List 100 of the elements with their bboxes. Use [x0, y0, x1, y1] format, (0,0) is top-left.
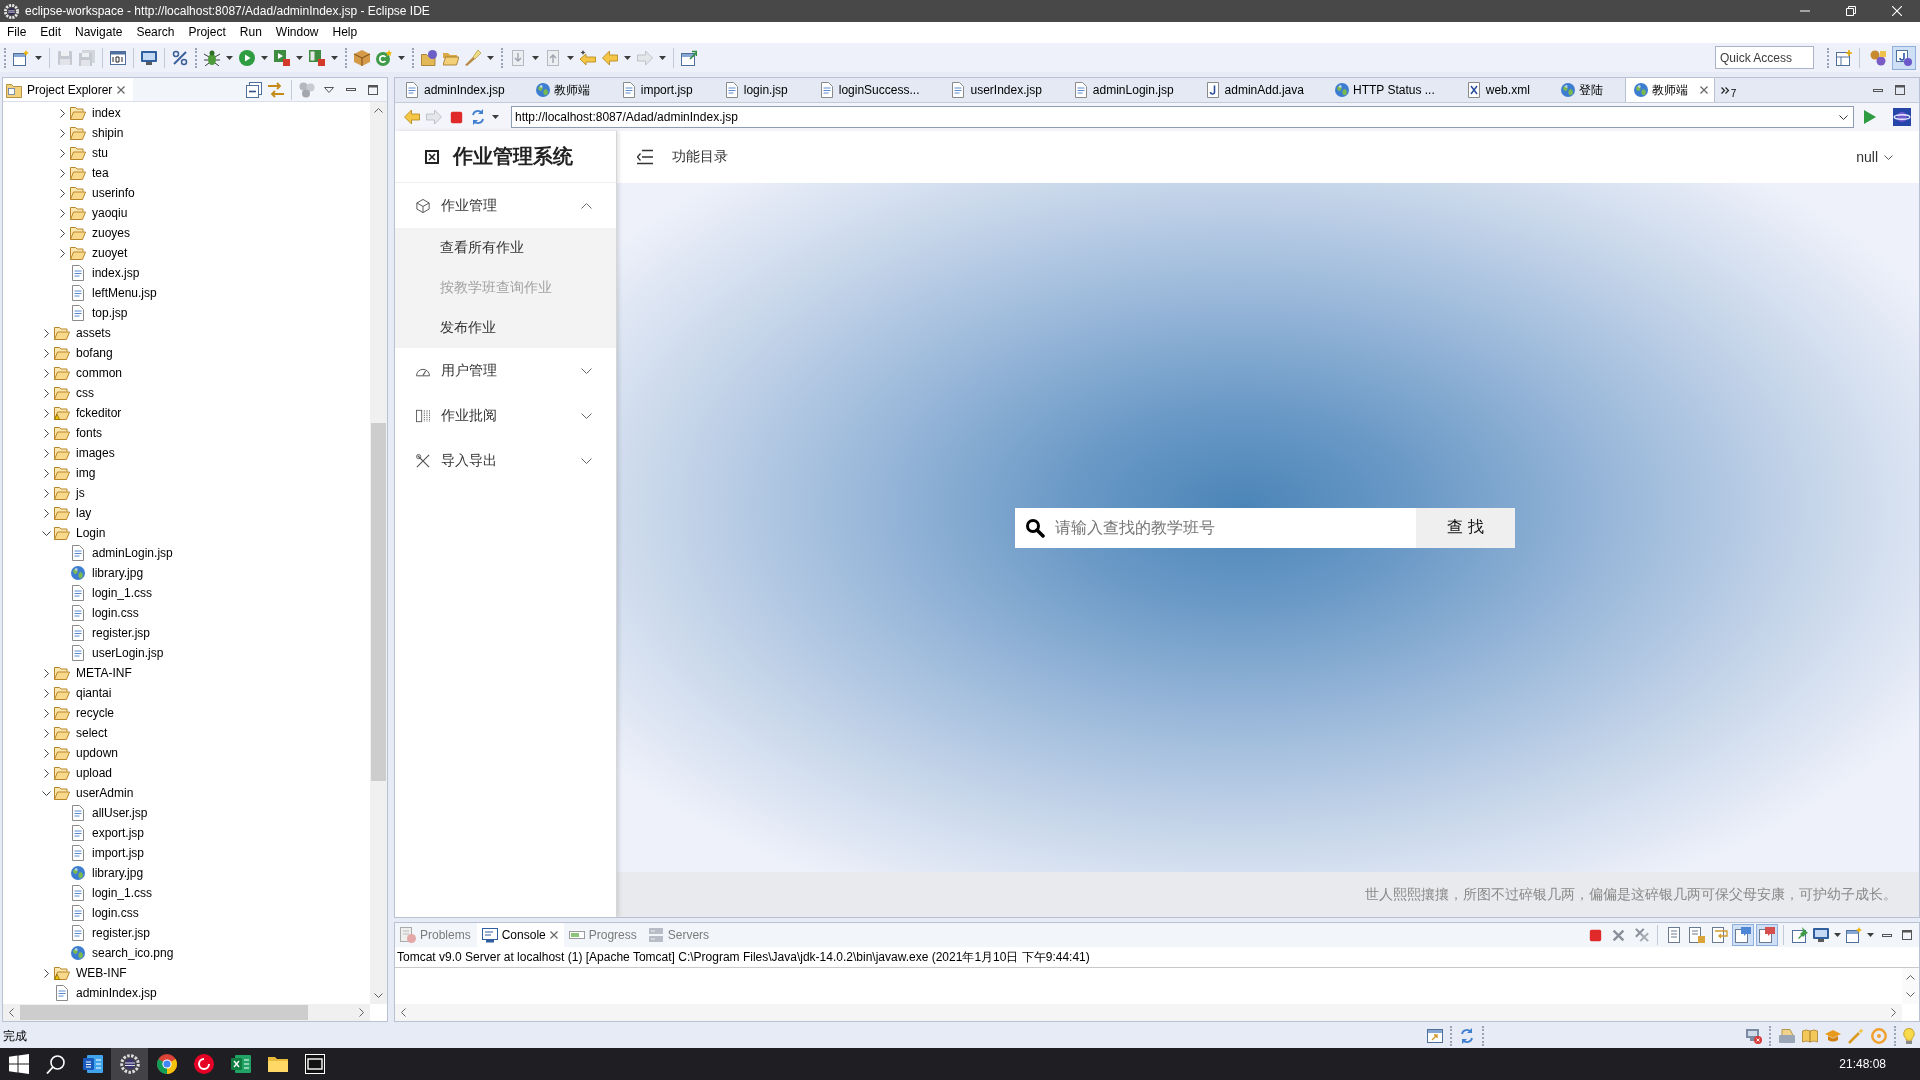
window-pin-icon[interactable] — [681, 49, 697, 66]
chevron-right-icon[interactable] — [59, 168, 65, 178]
tree-item[interactable]: bofang — [76, 345, 113, 361]
tree-item[interactable]: export.jsp — [92, 825, 145, 841]
chevron-right-icon[interactable] — [59, 128, 65, 138]
view-tab[interactable]: Project Explorer — [3, 78, 134, 101]
tree-item[interactable]: index — [92, 105, 121, 121]
editor-tab[interactable]: adminIndex.jsp — [395, 78, 527, 102]
chevron-right-icon[interactable] — [43, 408, 49, 418]
chevron-right-icon[interactable] — [59, 208, 65, 218]
nav-group[interactable]: 作业批阅 — [441, 406, 497, 425]
tree-item[interactable]: shipin — [92, 125, 124, 141]
maximize-icon[interactable] — [1895, 85, 1905, 95]
editor-tab[interactable]: adminAdd.java — [1195, 78, 1326, 102]
chevron-right-icon[interactable] — [59, 188, 65, 198]
left-arrow-icon[interactable] — [404, 109, 420, 125]
close-icon[interactable] — [1699, 86, 1708, 94]
tree-item[interactable]: css — [76, 385, 94, 401]
caret-icon[interactable] — [261, 55, 268, 60]
chevron-right-icon[interactable] — [43, 508, 49, 518]
caret-icon[interactable] — [1834, 933, 1841, 937]
nav-group[interactable]: 作业管理 — [441, 196, 497, 215]
chevron-right-icon[interactable] — [43, 748, 49, 758]
minimize-icon[interactable] — [1873, 88, 1883, 92]
tree-item[interactable]: select — [76, 725, 108, 741]
chevron-down-icon[interactable] — [1884, 154, 1893, 160]
tree-item[interactable]: Login — [76, 525, 106, 541]
menu-item[interactable]: Search — [129, 23, 182, 42]
chevron-right-icon[interactable] — [43, 448, 49, 458]
tree-item[interactable]: WEB-INF — [76, 965, 127, 981]
tree-item[interactable]: zuoyet — [92, 245, 128, 261]
tree-item[interactable]: userAdmin — [76, 785, 134, 801]
chevron-up-icon[interactable] — [581, 202, 592, 209]
menu-item[interactable]: Run — [232, 23, 269, 42]
menu-item[interactable]: Window — [268, 23, 326, 42]
caret-icon[interactable] — [1867, 933, 1874, 937]
tree-item[interactable]: adminLogin.jsp — [92, 545, 173, 561]
swap-arrows-icon[interactable] — [268, 81, 284, 98]
tree-item[interactable]: assets — [76, 325, 111, 341]
brush-icon[interactable] — [465, 49, 481, 66]
chevron-right-icon[interactable] — [59, 228, 65, 238]
tree-item[interactable]: upload — [76, 765, 113, 781]
caret-icon[interactable] — [296, 55, 303, 60]
tree-item[interactable]: allUser.jsp — [92, 805, 148, 821]
maximize-icon[interactable] — [1902, 930, 1912, 940]
horizontal-scrollbar[interactable] — [3, 1004, 370, 1021]
editor-tab[interactable]: userIndex.jsp — [941, 78, 1064, 102]
nav-item[interactable]: 查看所有作业 — [440, 239, 524, 257]
editor-tab[interactable]: login.jsp — [714, 78, 810, 102]
tree-item[interactable]: top.jsp — [92, 305, 128, 321]
chevron-right-icon[interactable] — [43, 428, 49, 438]
play-icon[interactable] — [239, 49, 255, 66]
menu-item[interactable]: Help — [325, 23, 365, 42]
view-tab[interactable]: Progress — [563, 923, 643, 947]
search-button[interactable]: 查 找 — [1416, 507, 1515, 548]
tree-item[interactable]: fonts — [76, 425, 102, 441]
sync-arrows-icon[interactable] — [470, 109, 486, 125]
chevron-down-icon[interactable] — [581, 367, 592, 374]
caret-icon[interactable] — [487, 55, 494, 60]
tree-item[interactable]: userLogin.jsp — [92, 645, 164, 661]
chevron-right-icon[interactable] — [43, 768, 49, 778]
tree-item[interactable]: login_1.css — [92, 585, 153, 601]
sync-arrows-icon[interactable] — [1459, 1028, 1475, 1044]
taskbar-button[interactable] — [111, 1048, 148, 1080]
search-icon[interactable] — [45, 1054, 66, 1074]
chevron-right-icon[interactable] — [43, 668, 49, 678]
chevron-right-icon[interactable] — [59, 148, 65, 158]
tree-item[interactable]: META-INF — [76, 665, 132, 681]
editor-tab[interactable]: 登陆 — [1551, 78, 1625, 102]
editor-tab[interactable]: HTTP Status ... — [1325, 78, 1457, 102]
pin-window-icon[interactable] — [1791, 927, 1808, 943]
caret-icon[interactable] — [492, 115, 499, 119]
chevron-right-icon[interactable] — [43, 468, 49, 478]
tree-item[interactable]: common — [76, 365, 122, 381]
minimize-icon[interactable] — [1882, 933, 1892, 937]
tree-item[interactable]: leftMenu.jsp — [92, 285, 157, 301]
tree-item[interactable]: userinfo — [92, 185, 135, 201]
caret-icon[interactable] — [398, 55, 405, 60]
tree-item[interactable]: qiantai — [76, 685, 112, 701]
chevron-right-icon[interactable] — [59, 108, 65, 118]
vertical-scrollbar[interactable] — [370, 102, 387, 1004]
scrollbar-thumb[interactable] — [20, 1005, 308, 1020]
caret-icon[interactable] — [659, 55, 666, 60]
chevron-down-icon[interactable] — [374, 993, 383, 998]
tree-item[interactable]: login.css — [92, 605, 139, 621]
wrap-page-icon[interactable] — [1711, 927, 1728, 943]
tree-item[interactable]: lay — [76, 505, 92, 521]
stop-square-icon[interactable] — [1589, 928, 1602, 942]
close-icon[interactable] — [117, 85, 126, 94]
network-error-icon[interactable] — [1745, 1028, 1762, 1044]
nav-group[interactable]: 导入导出 — [441, 451, 497, 470]
chevron-down-icon[interactable] — [41, 530, 51, 536]
percent-icon[interactable] — [172, 49, 188, 66]
dot-cluster-icon[interactable] — [299, 81, 315, 98]
double-cross-icon[interactable] — [1634, 928, 1649, 942]
horizontal-scrollbar[interactable] — [395, 1004, 1902, 1021]
binary-file-icon[interactable] — [110, 49, 126, 66]
page-lines-icon[interactable] — [1665, 927, 1682, 943]
tree-item[interactable]: yaoqiu — [92, 205, 128, 221]
menu-item[interactable]: File — [0, 23, 34, 42]
